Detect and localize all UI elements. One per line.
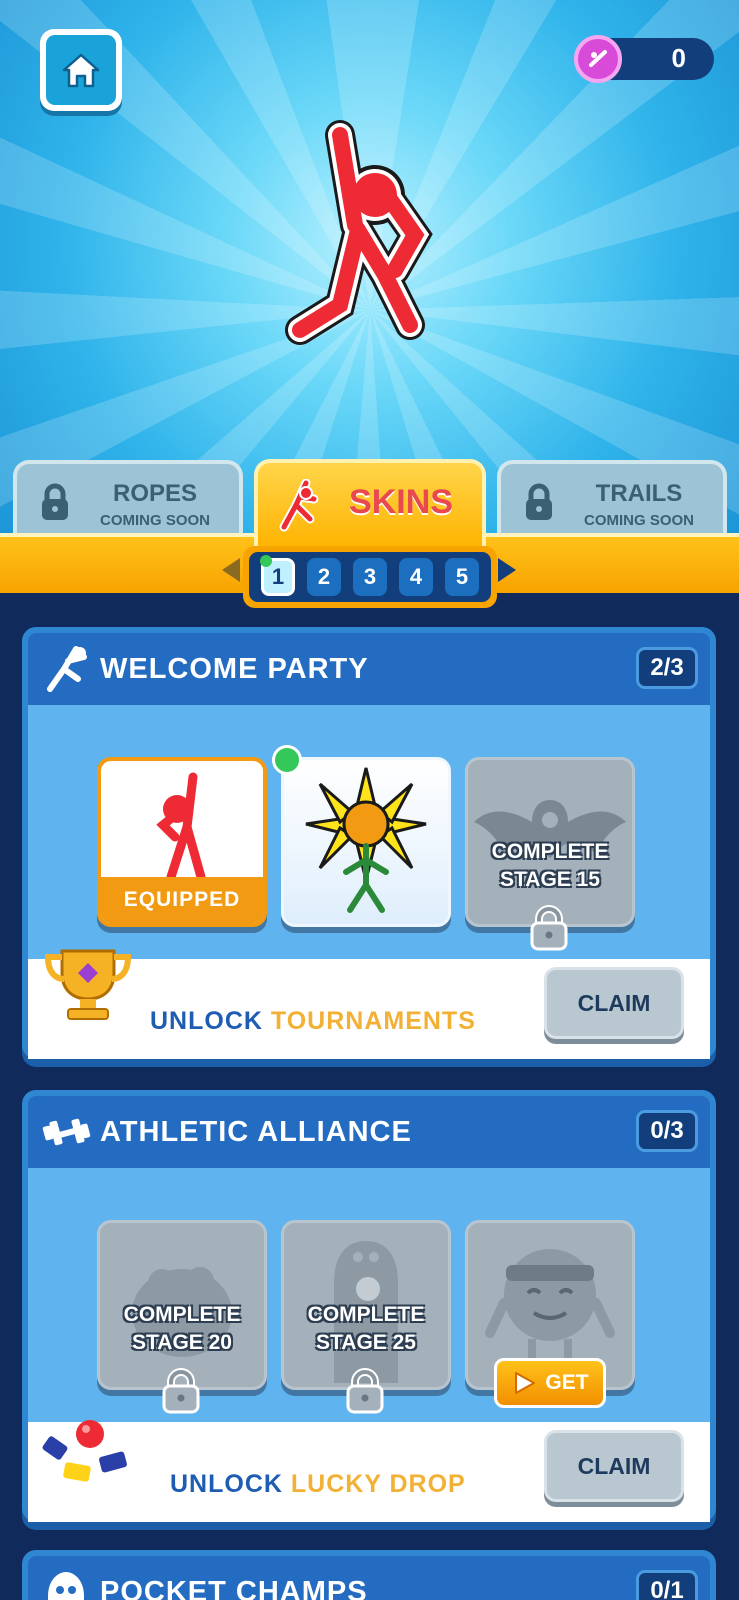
new-indicator-dot <box>260 555 272 567</box>
lock-icon <box>42 483 68 520</box>
tab-ropes-sub: COMING SOON <box>99 512 210 529</box>
page-button-1[interactable]: 1 <box>260 555 295 596</box>
pager-next-arrow[interactable] <box>498 558 516 582</box>
section-progress: 0/3 <box>636 1110 698 1152</box>
watch-ad-get-button[interactable]: GET <box>494 1358 606 1408</box>
section-progress: 0/1 <box>636 1570 698 1600</box>
play-video-icon <box>515 1372 536 1394</box>
currency-amount: 0 <box>671 43 686 73</box>
stickman-skin-icon <box>279 479 319 532</box>
collection-welcome-party: WELCOME PARTY 2/3 EQUIPPED COMPLETE STAG… <box>22 627 716 1059</box>
page-button-4[interactable]: 4 <box>399 558 433 596</box>
sunflower-skin <box>305 767 427 913</box>
trophy-icon <box>44 949 132 1020</box>
tab-ropes-label: ROPES <box>112 480 198 507</box>
page-number: 4 <box>409 564 423 589</box>
dumbbell-icon <box>42 1118 91 1146</box>
skin-card-equipped[interactable]: EQUIPPED <box>97 757 267 927</box>
champ-face-icon <box>48 1572 84 1600</box>
get-label: GET <box>545 1371 589 1394</box>
tab-trails-label: TRAILS <box>595 480 683 507</box>
reward-text: UNLOCK LUCKY DROP <box>170 1470 466 1498</box>
unlock-requirement: COMPLETE STAGE 20 <box>123 1303 241 1354</box>
tab-skins-label: SKINS <box>349 483 453 521</box>
page-selector: 1 2 3 4 5 <box>243 546 497 608</box>
skin-card-sunflower[interactable] <box>281 757 451 927</box>
section-progress: 2/3 <box>636 647 698 689</box>
tab-trails[interactable]: TRAILS COMING SOON <box>497 460 727 540</box>
tab-trails-sub: COMING SOON <box>583 512 694 529</box>
tab-skins[interactable]: SKINS <box>254 459 486 549</box>
red-stickman-preview <box>285 120 433 345</box>
page-number: 5 <box>455 564 469 589</box>
section-title: POCKET CHAMPS <box>100 1576 368 1600</box>
section-header: POCKET CHAMPS 0/1 <box>28 1556 710 1600</box>
tab-ropes[interactable]: ROPES COMING SOON <box>13 460 243 540</box>
currency-counter[interactable]: 0 <box>574 35 714 83</box>
unlock-requirement: COMPLETE STAGE 15 <box>491 840 609 891</box>
reward-text: UNLOCK TOURNAMENTS <box>150 1007 476 1035</box>
page-number: 3 <box>363 564 377 589</box>
red-stickman-skin <box>156 772 206 882</box>
page-button-5[interactable]: 5 <box>445 558 479 596</box>
claim-button[interactable]: CLAIM <box>544 967 684 1039</box>
skin-card-locked-stage-25[interactable]: COMPLETE STAGE 25 <box>281 1220 451 1390</box>
page-number: 2 <box>317 564 331 589</box>
pager-prev-arrow[interactable] <box>222 558 240 582</box>
section-header: WELCOME PARTY 2/3 <box>28 633 710 705</box>
gem-coin-icon <box>574 35 622 83</box>
lock-icon <box>526 483 552 520</box>
section-title: WELCOME PARTY <box>100 653 369 685</box>
lucky-drop-icon <box>42 1420 127 1482</box>
collection-pocket-champs: POCKET CHAMPS 0/1 <box>22 1550 716 1600</box>
section-title: ATHLETIC ALLIANCE <box>100 1116 412 1148</box>
claim-button[interactable]: CLAIM <box>544 1430 684 1502</box>
padlock-icon <box>346 1368 384 1414</box>
section-header: ATHLETIC ALLIANCE 0/3 <box>28 1096 710 1168</box>
padlock-icon <box>530 905 568 951</box>
page-button-2[interactable]: 2 <box>307 558 341 596</box>
equipped-label: EQUIPPED <box>101 877 263 923</box>
home-icon <box>62 53 100 88</box>
runner-icon <box>47 646 87 692</box>
home-button[interactable] <box>40 29 122 111</box>
new-item-indicator <box>272 745 302 775</box>
padlock-icon <box>162 1368 200 1414</box>
skin-card-locked-stage-20[interactable]: COMPLETE STAGE 20 <box>97 1220 267 1390</box>
page-number: 1 <box>271 564 285 589</box>
unlock-requirement: COMPLETE STAGE 25 <box>307 1303 425 1354</box>
skin-card-locked-bat[interactable]: COMPLETE STAGE 15 <box>465 757 635 927</box>
collection-athletic-alliance: ATHLETIC ALLIANCE 0/3 COMPLETE STAGE 20 C… <box>22 1090 716 1522</box>
page-button-3[interactable]: 3 <box>353 558 387 596</box>
